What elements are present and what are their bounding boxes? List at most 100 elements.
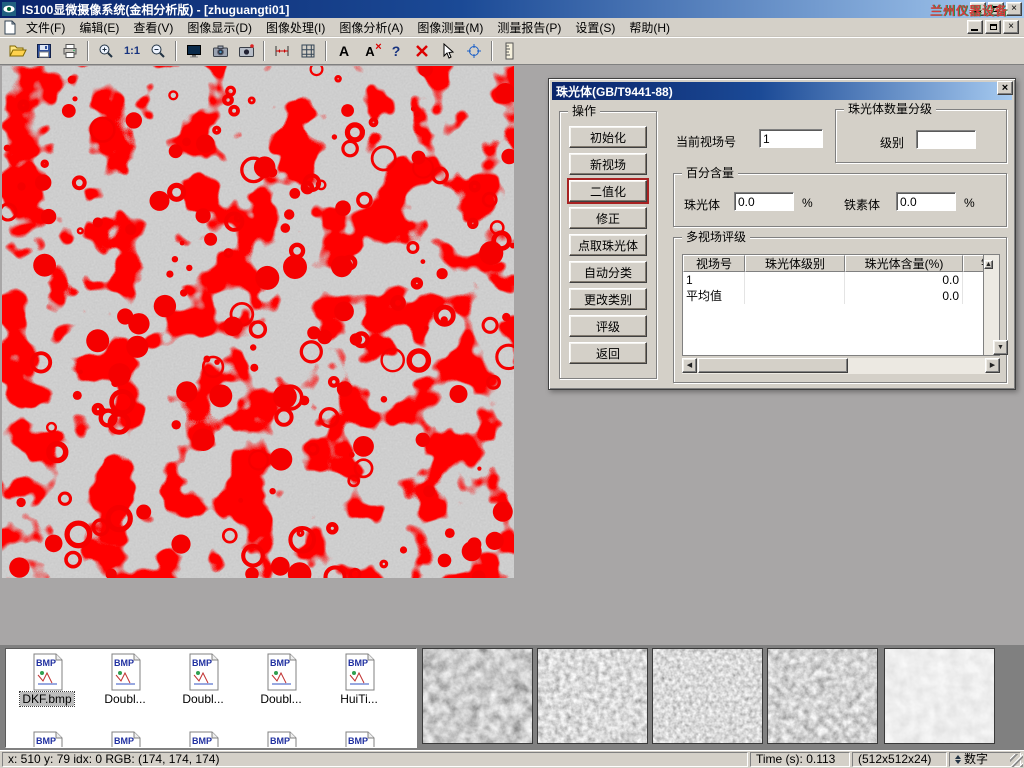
thumbnail-2[interactable] <box>537 648 648 744</box>
table-vertical-scrollbar[interactable]: ▲ ▼ <box>983 255 999 355</box>
operation-button[interactable]: 初始化 <box>569 126 647 148</box>
pointer-icon[interactable] <box>435 39 461 63</box>
close-button[interactable]: × <box>1006 2 1022 16</box>
application-window: IS100显微摄像系统(金相分析版) - [zhuguangti01] × 兰州… <box>0 0 1024 768</box>
menu-item[interactable]: 图像分析(A) <box>332 17 410 38</box>
table-row[interactable]: 平均值 0.0 <box>683 288 983 304</box>
operation-button[interactable]: 修正 <box>569 207 647 229</box>
ferrite-label: 铁素体 <box>844 196 880 213</box>
ferrite-input[interactable] <box>896 192 956 211</box>
level-input[interactable] <box>916 130 976 149</box>
file-item[interactable] <box>8 731 86 748</box>
table-horizontal-scrollbar[interactable]: ◀ ▶ <box>682 358 1000 374</box>
file-item[interactable] <box>86 731 164 748</box>
pearlite-label: 珠光体 <box>684 196 720 213</box>
thumbnail-5[interactable] <box>884 648 995 744</box>
bmp-file-icon <box>343 653 376 691</box>
file-item[interactable] <box>242 731 320 748</box>
grid-icon[interactable] <box>295 39 321 63</box>
operation-button[interactable]: 评级 <box>569 315 647 337</box>
operation-button[interactable]: 新视场 <box>569 153 647 175</box>
table-header-cell[interactable]: 珠光体含量(%) <box>845 255 963 272</box>
text-icon[interactable]: A <box>331 39 357 63</box>
operation-button[interactable]: 点取珠光体 <box>569 234 647 256</box>
delete-icon[interactable] <box>409 39 435 63</box>
field-cell: 平均值 <box>683 288 745 304</box>
thumbnail-3[interactable] <box>652 648 763 744</box>
menu-item[interactable]: 图像测量(M) <box>410 17 490 38</box>
specimen-image[interactable] <box>2 66 514 578</box>
file-item[interactable] <box>164 731 242 748</box>
preview-icon[interactable] <box>181 39 207 63</box>
save-icon[interactable] <box>31 39 57 63</box>
menu-item[interactable]: 查看(V) <box>126 17 180 38</box>
thumbnail-1[interactable] <box>422 648 533 744</box>
menu-item[interactable]: 文件(F) <box>19 17 72 38</box>
capture-icon[interactable] <box>233 39 259 63</box>
operation-button[interactable]: 自动分类 <box>569 261 647 283</box>
actual-size-icon[interactable]: 1:1 <box>119 39 145 63</box>
menu-item[interactable]: 测量报告(P) <box>490 17 568 38</box>
menu-item[interactable]: 编辑(E) <box>72 17 126 38</box>
operation-button[interactable]: 二值化 <box>569 180 647 202</box>
file-item[interactable]: Doubl... <box>86 653 164 706</box>
resize-grip[interactable] <box>1010 754 1023 767</box>
level-cell <box>745 288 845 304</box>
scroll-right-icon[interactable]: ▶ <box>985 358 1000 373</box>
dialog-close-button[interactable]: × <box>997 81 1013 95</box>
scroll-up-icon[interactable]: ▲ <box>984 260 993 269</box>
menu-item[interactable]: 图像处理(I) <box>259 17 332 38</box>
print-icon[interactable] <box>57 39 83 63</box>
table-header-cell[interactable]: 珠光体级别 <box>745 255 845 272</box>
table-row[interactable]: 1 0.0 <box>683 272 983 288</box>
menu-item[interactable]: 图像显示(D) <box>180 17 259 38</box>
table-header-cell[interactable]: 铁素 <box>963 255 983 272</box>
dialog-title: 珠光体(GB/T9441-88) <box>556 83 673 100</box>
file-item[interactable]: HuiTi... <box>320 653 398 706</box>
toolbar-separator <box>87 41 89 61</box>
pearlite-input[interactable] <box>734 192 794 211</box>
title-bar: IS100显微摄像系统(金相分析版) - [zhuguangti01] × <box>0 0 1024 18</box>
file-name: Doubl... <box>102 692 147 706</box>
menu-item[interactable]: 设置(S) <box>568 17 622 38</box>
app-icon <box>2 2 16 16</box>
zoom-out-icon[interactable] <box>145 39 171 63</box>
file-item[interactable]: Doubl... <box>242 653 320 706</box>
scrollbar-thumb[interactable] <box>698 358 848 373</box>
file-item[interactable] <box>320 731 398 748</box>
ruler-icon[interactable] <box>497 39 523 63</box>
open-icon[interactable] <box>5 39 31 63</box>
file-item[interactable]: DKF.bmp <box>8 653 86 706</box>
menu-item[interactable]: 帮助(H) <box>622 17 677 38</box>
camera-icon[interactable] <box>207 39 233 63</box>
scroll-left-icon[interactable]: ◀ <box>682 358 697 373</box>
help-icon[interactable]: ? <box>383 39 409 63</box>
mdi-minimize-button[interactable] <box>967 20 983 34</box>
operation-button[interactable]: 返回 <box>569 342 647 364</box>
level-label: 级别 <box>880 134 904 151</box>
document-icon[interactable] <box>3 20 17 35</box>
window-title: IS100显微摄像系统(金相分析版) - [zhuguangti01] <box>22 1 289 18</box>
pearlite-dialog: 珠光体(GB/T9441-88) × 操作 初始化新视场二值化修正点取珠光体自动… <box>548 78 1016 390</box>
grading-group: 珠光体数量分级 级别 <box>835 109 1007 163</box>
zoom-in-icon[interactable] <box>93 39 119 63</box>
thumbnail-4[interactable] <box>767 648 878 744</box>
dialog-title-bar[interactable]: 珠光体(GB/T9441-88) <box>552 82 1012 100</box>
mdi-restore-button[interactable] <box>985 20 1001 34</box>
table-header-cell[interactable]: 视场号 <box>683 255 745 272</box>
toolbar-separator <box>325 41 327 61</box>
scroll-down-icon[interactable]: ▼ <box>993 340 1008 355</box>
mdi-close-button[interactable]: × <box>1003 20 1019 34</box>
text-delete-icon[interactable]: A <box>357 39 383 63</box>
spin-icon[interactable] <box>955 755 961 764</box>
operation-button[interactable]: 更改类别 <box>569 288 647 310</box>
file-name: HuiTi... <box>338 692 380 706</box>
target-icon[interactable] <box>461 39 487 63</box>
file-name: DKF.bmp <box>20 692 73 706</box>
file-item[interactable]: Doubl... <box>164 653 242 706</box>
current-field-input[interactable] <box>759 129 823 148</box>
bmp-file-icon <box>265 731 298 748</box>
table-header-row: 视场号珠光体级别珠光体含量(%)铁素 <box>683 255 983 272</box>
caliper-icon[interactable] <box>269 39 295 63</box>
operation-group: 操作 初始化新视场二值化修正点取珠光体自动分类更改类别评级返回 <box>559 111 657 379</box>
